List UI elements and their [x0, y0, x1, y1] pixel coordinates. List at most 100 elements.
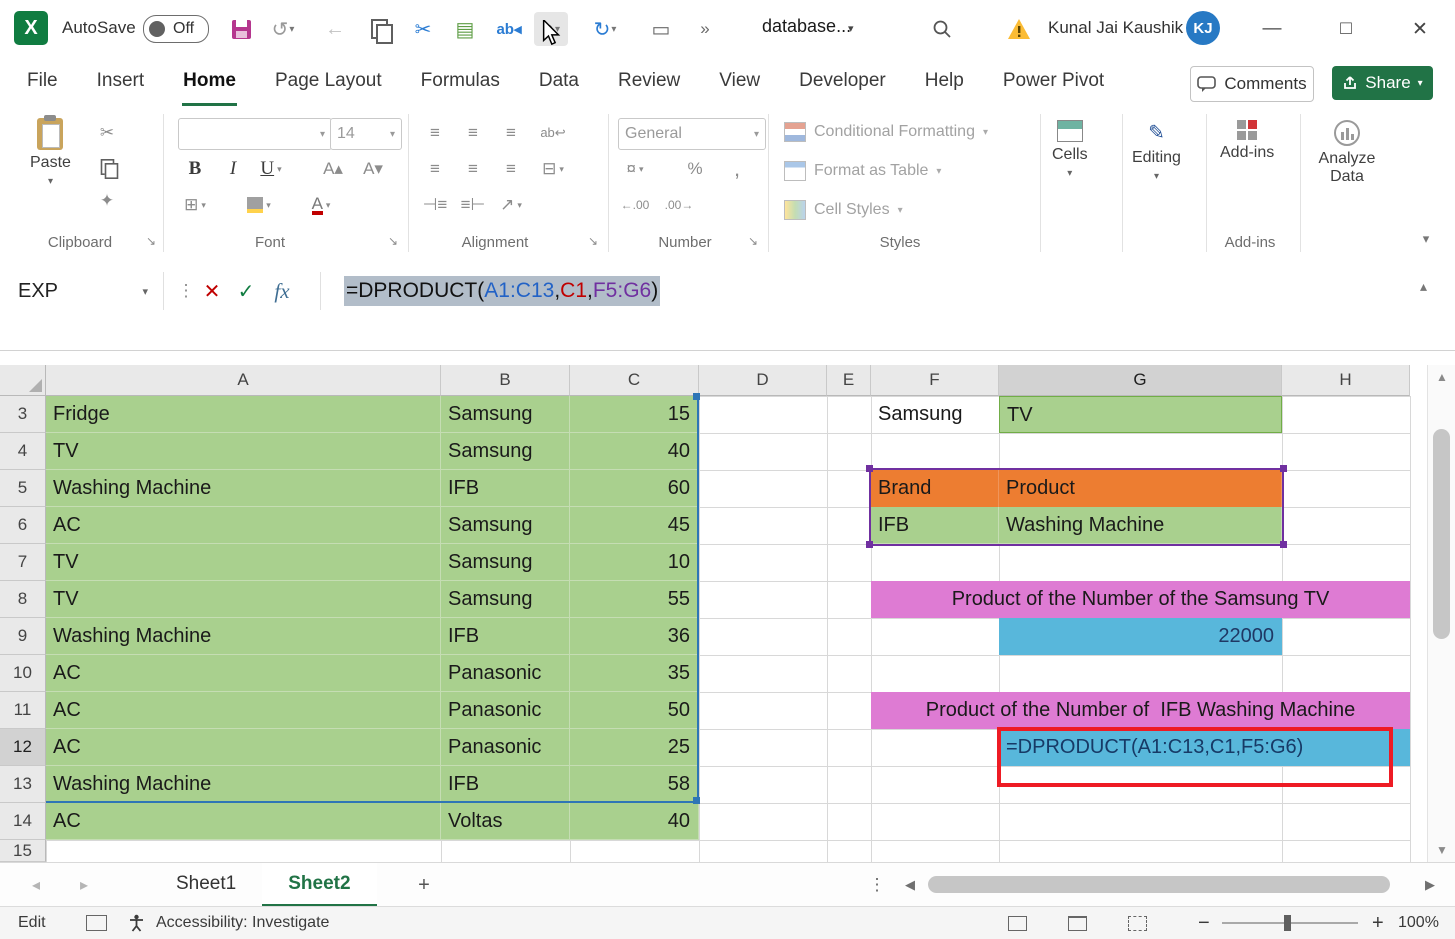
cell-A10[interactable]: AC — [46, 655, 441, 692]
cell-B3[interactable]: Samsung — [441, 396, 570, 433]
banner-ifb-washing-machine[interactable]: Product of the Number of IFB Washing Mac… — [871, 692, 1410, 729]
save-button[interactable] — [224, 12, 258, 46]
ribbon-tab-power-pivot[interactable]: Power Pivot — [1002, 58, 1105, 106]
cell-G5[interactable]: Product — [999, 470, 1282, 507]
number-format-combo[interactable]: General▾ — [618, 118, 766, 150]
cell-A4[interactable]: TV — [46, 433, 441, 470]
row-header-7[interactable]: 7 — [0, 544, 46, 581]
font-name-combo[interactable]: ▾ — [178, 118, 332, 150]
scroll-right-icon[interactable]: ▶ — [1420, 873, 1440, 897]
cell-A3[interactable]: Fridge — [46, 396, 441, 433]
cell-A7[interactable]: TV — [46, 544, 441, 581]
column-header-D[interactable]: D — [699, 365, 827, 396]
avatar[interactable]: KJ — [1186, 11, 1220, 45]
font-size-combo[interactable]: 14▾ — [330, 118, 402, 150]
horizontal-scrollbar[interactable]: ◀ ▶ — [900, 869, 1440, 901]
cell-F6[interactable]: IFB — [871, 507, 999, 544]
ribbon-tab-page-layout[interactable]: Page Layout — [274, 58, 383, 106]
font-dialog-launcher[interactable]: ↘ — [388, 234, 398, 248]
column-header-H[interactable]: H — [1282, 365, 1410, 396]
accounting-format-button[interactable]: ¤▾ — [620, 156, 650, 182]
analyze-data-button[interactable]: Analyze Data — [1312, 120, 1382, 186]
qat-more-button[interactable]: » — [688, 12, 722, 46]
worksheet-grid[interactable]: FridgeSamsung15TVSamsung40Washing Machin… — [0, 365, 1426, 862]
link-button[interactable]: ○▾ — [534, 12, 568, 46]
percent-style-button[interactable]: % — [680, 156, 710, 182]
conditional-formatting-button[interactable]: Conditional Formatting ▾ — [784, 122, 988, 142]
undo-button[interactable]: ↺▾ — [266, 12, 300, 46]
ribbon-tab-review[interactable]: Review — [617, 58, 681, 106]
ribbon-tab-data[interactable]: Data — [538, 58, 580, 106]
page-break-view-button[interactable] — [1128, 907, 1147, 939]
vertical-scrollbar[interactable]: ▲ ▼ — [1427, 365, 1455, 862]
cell-G9-result[interactable]: 22000 — [999, 618, 1282, 655]
orientation-button[interactable]: ↗▾ — [496, 192, 526, 218]
zoom-slider[interactable] — [1222, 907, 1358, 939]
maximize-button[interactable]: □ — [1318, 0, 1374, 58]
cell-B6[interactable]: Samsung — [441, 507, 570, 544]
close-button[interactable]: ✕ — [1392, 0, 1448, 58]
cell-C7[interactable]: 10 — [570, 544, 699, 581]
normal-view-button[interactable] — [1008, 907, 1027, 939]
search-button[interactable] — [925, 12, 959, 46]
cell-C13[interactable]: 58 — [570, 766, 699, 803]
next-sheet-button[interactable]: ▸ — [64, 863, 104, 907]
zoom-out-button[interactable]: − — [1198, 907, 1210, 939]
decrease-decimal-button[interactable]: .00→ — [664, 192, 694, 218]
row-header-3[interactable]: 3 — [0, 396, 46, 433]
align-right-button[interactable]: ≡ — [496, 156, 526, 182]
decrease-font-button[interactable]: A▾ — [358, 156, 388, 182]
row-header-9[interactable]: 9 — [0, 618, 46, 655]
editing-button[interactable]: ✎ Editing ▾ — [1132, 120, 1181, 182]
new-sheet-button[interactable]: + — [410, 871, 438, 899]
back-button[interactable]: ← — [318, 12, 352, 46]
collapse-ribbon-button[interactable]: ▾ — [1408, 226, 1444, 252]
cell-A13[interactable]: Washing Machine — [46, 766, 441, 803]
cells-button[interactable]: Cells ▾ — [1052, 120, 1088, 179]
cell-C12[interactable]: 25 — [570, 729, 699, 766]
row-header-15[interactable]: 15 — [0, 840, 46, 862]
borders-button[interactable]: ⊞▾ — [180, 192, 210, 218]
sheet-tab-sheet2[interactable]: Sheet2 — [262, 863, 376, 907]
banner-samsung-tv[interactable]: Product of the Number of the Samsung TV — [871, 581, 1410, 618]
align-left-button[interactable]: ≡ — [420, 156, 450, 182]
format-as-table-button[interactable]: Format as Table ▾ — [784, 161, 941, 181]
cut-ribbon-button[interactable]: ✂ — [92, 120, 122, 146]
cell-G3[interactable]: TV — [999, 396, 1282, 433]
row-header-11[interactable]: 11 — [0, 692, 46, 729]
cell-F3[interactable]: Samsung — [871, 396, 999, 433]
cell-C5[interactable]: 60 — [570, 470, 699, 507]
enter-button[interactable]: ✓ — [230, 274, 262, 308]
accessibility-status[interactable]: Accessibility: Investigate — [156, 907, 329, 939]
cell-G12-formula[interactable]: =DPRODUCT(A1:C13,C1,F5:G6) — [999, 729, 1410, 766]
cell-B10[interactable]: Panasonic — [441, 655, 570, 692]
bold-button[interactable]: B — [180, 156, 210, 182]
user-name[interactable]: Kunal Jai Kaushik — [1048, 18, 1183, 38]
page-layout-view-button[interactable] — [1068, 907, 1087, 939]
fill-color-button[interactable]: ▾ — [244, 192, 274, 218]
document-title-chevron-icon[interactable]: ▾ — [848, 22, 854, 35]
merge-center-button[interactable]: ⊟▾ — [538, 156, 568, 182]
column-header-E[interactable]: E — [827, 365, 871, 396]
addins-button[interactable]: Add-ins — [1220, 120, 1274, 162]
select-all-button[interactable] — [0, 365, 46, 396]
align-center-button[interactable]: ≡ — [458, 156, 488, 182]
zoom-level[interactable]: 100% — [1398, 907, 1439, 939]
scroll-up-icon[interactable]: ▲ — [1428, 367, 1455, 387]
italic-button[interactable]: I — [218, 156, 248, 182]
picture-button[interactable]: ▤ — [448, 12, 482, 46]
increase-indent-button[interactable]: ≡⊢ — [458, 192, 488, 218]
align-bottom-button[interactable]: ≡ — [496, 120, 526, 146]
cell-B8[interactable]: Samsung — [441, 581, 570, 618]
alignment-dialog-launcher[interactable]: ↘ — [588, 234, 598, 248]
column-header-C[interactable]: C — [570, 365, 699, 396]
scroll-down-icon[interactable]: ▼ — [1428, 840, 1455, 860]
column-header-G[interactable]: G — [999, 365, 1282, 396]
cell-C10[interactable]: 35 — [570, 655, 699, 692]
cell-B5[interactable]: IFB — [441, 470, 570, 507]
row-header-4[interactable]: 4 — [0, 433, 46, 470]
cell-A9[interactable]: Washing Machine — [46, 618, 441, 655]
row-header-13[interactable]: 13 — [0, 766, 46, 803]
ribbon-tab-view[interactable]: View — [718, 58, 761, 106]
document-title[interactable]: database... — [762, 16, 851, 37]
